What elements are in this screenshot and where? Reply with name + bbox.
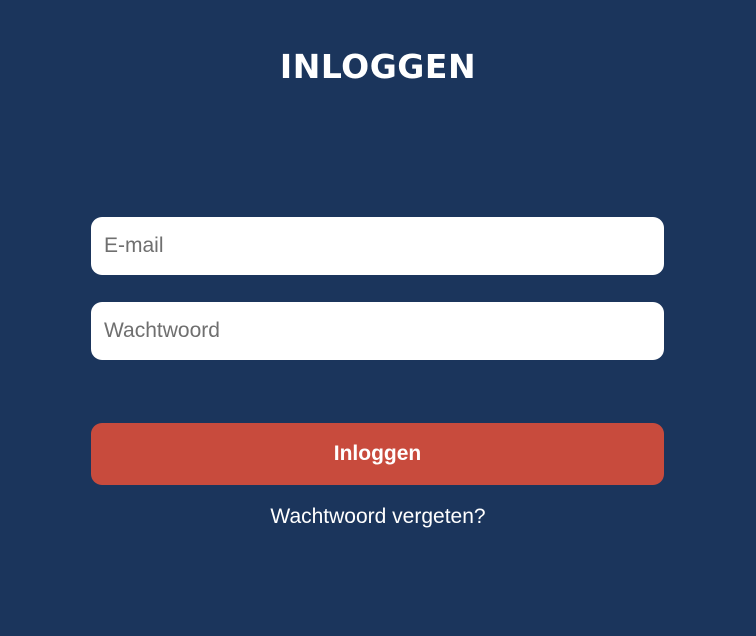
- page-title: INLOGGEN: [279, 47, 477, 86]
- password-field[interactable]: [91, 302, 664, 360]
- email-field[interactable]: [91, 217, 664, 275]
- login-button[interactable]: Inloggen: [91, 423, 664, 485]
- forgot-password-link[interactable]: Wachtwoord vergeten?: [0, 504, 756, 530]
